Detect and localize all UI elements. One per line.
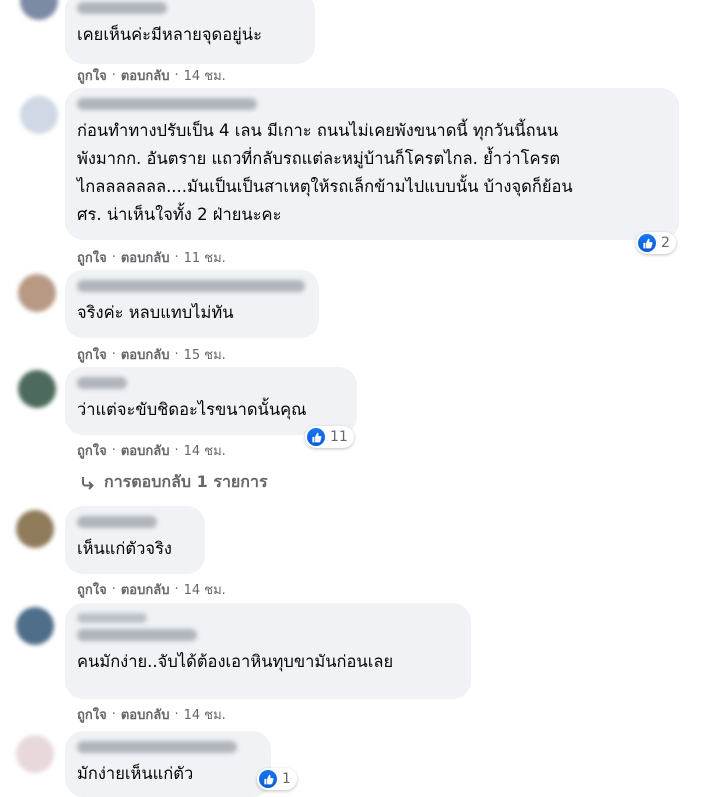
avatar[interactable]: [16, 735, 54, 773]
comment-timestamp[interactable]: 14 ชม.: [184, 704, 226, 725]
comment-bubble: ก่อนทำทางปรับเป็น 4 เลน มีเกาะ ถนนไม่เคย…: [65, 88, 679, 240]
comment-bubble: ว่าแต่จะขับชิดอะไรขนาดนั้นคุณ: [65, 367, 357, 435]
separator: ·: [111, 443, 116, 458]
like-reaction-icon: [259, 770, 277, 788]
comment-text: มักง่ายเห็นแก่ตัว: [77, 764, 194, 783]
separator: ·: [174, 582, 179, 597]
separator: ·: [174, 707, 179, 722]
comment-text: ว่าแต่จะขับชิดอะไรขนาดนั้นคุณ: [77, 400, 307, 419]
view-replies-label[interactable]: การตอบกลับ 1 รายการ: [104, 470, 268, 495]
reply-button[interactable]: ตอบกลับ: [121, 440, 170, 461]
comment-timestamp[interactable]: 14 ชม.: [184, 440, 226, 461]
separator: ·: [111, 707, 116, 722]
comment-bubble: เห็นแก่ตัวจริง: [65, 506, 205, 574]
comment-badge: [77, 613, 147, 623]
comment-actions: ถูกใจ · ตอบกลับ · 14 ชม.: [77, 579, 226, 600]
avatar[interactable]: [20, 96, 58, 134]
comment-actions: ถูกใจ · ตอบกลับ · 14 ชม.: [77, 65, 226, 86]
comment-timestamp[interactable]: 11 ชม.: [184, 247, 226, 268]
reaction-count[interactable]: 11: [305, 426, 354, 448]
separator: ·: [111, 68, 116, 83]
comment-bubble: คนมักง่าย..จับได้ต้องเอาหินทุบขามันก่อนเ…: [65, 603, 471, 699]
avatar[interactable]: [16, 607, 54, 645]
separator: ·: [111, 250, 116, 265]
reaction-count[interactable]: 1: [257, 768, 297, 790]
like-reaction-icon: [638, 234, 656, 252]
avatar[interactable]: [18, 274, 56, 312]
avatar[interactable]: [16, 510, 54, 548]
comment-author[interactable]: [77, 280, 305, 292]
reaction-number: 2: [661, 235, 670, 251]
like-button[interactable]: ถูกใจ: [77, 247, 107, 268]
separator: ·: [174, 68, 179, 83]
separator: ·: [174, 347, 179, 362]
like-button[interactable]: ถูกใจ: [77, 579, 107, 600]
like-button[interactable]: ถูกใจ: [77, 344, 107, 365]
comment-author[interactable]: [77, 629, 197, 641]
comment-timestamp[interactable]: 14 ชม.: [184, 65, 226, 86]
separator: ·: [111, 347, 116, 362]
comment-actions: ถูกใจ · ตอบกลับ · 15 ชม.: [77, 344, 226, 365]
comment-text: จริงค่ะ หลบแทบไม่ทัน: [77, 303, 234, 322]
comment-timestamp[interactable]: 15 ชม.: [184, 344, 226, 365]
comment-author[interactable]: [77, 741, 237, 753]
reply-button[interactable]: ตอบกลับ: [121, 65, 170, 86]
like-reaction-icon: [307, 428, 325, 446]
like-button[interactable]: ถูกใจ: [77, 440, 107, 461]
reply-button[interactable]: ตอบกลับ: [121, 704, 170, 725]
comment-author[interactable]: [77, 98, 257, 110]
reply-button[interactable]: ตอบกลับ: [121, 344, 170, 365]
reply-button[interactable]: ตอบกลับ: [121, 247, 170, 268]
comment-text: เคยเห็นค่ะมีหลายจุดอยู่น่ะ: [77, 25, 262, 44]
reply-arrow-icon: [82, 476, 94, 490]
separator: ·: [174, 443, 179, 458]
reaction-number: 1: [282, 771, 291, 787]
reaction-number: 11: [330, 429, 348, 445]
view-replies-link[interactable]: การตอบกลับ 1 รายการ: [80, 470, 268, 495]
comment-actions: ถูกใจ · ตอบกลับ · 14 ชม.: [77, 704, 226, 725]
comment-text: คนมักง่าย..จับได้ต้องเอาหินทุบขามันก่อนเ…: [77, 652, 394, 671]
avatar[interactable]: [18, 370, 56, 408]
comment-actions: ถูกใจ · ตอบกลับ · 11 ชม.: [77, 247, 226, 268]
comment-bubble: เคยเห็นค่ะมีหลายจุดอยู่น่ะ: [65, 0, 315, 64]
avatar[interactable]: [20, 0, 58, 20]
comment-actions: ถูกใจ · ตอบกลับ · 14 ชม.: [77, 440, 226, 461]
comment-timestamp[interactable]: 14 ชม.: [184, 579, 226, 600]
comment-author[interactable]: [77, 516, 157, 528]
comment-bubble: จริงค่ะ หลบแทบไม่ทัน: [65, 270, 319, 338]
reaction-count[interactable]: 2: [636, 232, 676, 254]
separator: ·: [111, 582, 116, 597]
comment-bubble: มักง่ายเห็นแก่ตัว: [65, 731, 271, 797]
reply-button[interactable]: ตอบกลับ: [121, 579, 170, 600]
like-button[interactable]: ถูกใจ: [77, 65, 107, 86]
separator: ·: [174, 250, 179, 265]
comment-text: ก่อนทำทางปรับเป็น 4 เลน มีเกาะ ถนนไม่เคย…: [77, 121, 573, 224]
comment-text: เห็นแก่ตัวจริง: [77, 539, 172, 558]
comment-author[interactable]: [77, 377, 127, 389]
comment-author[interactable]: [77, 2, 167, 14]
like-button[interactable]: ถูกใจ: [77, 704, 107, 725]
